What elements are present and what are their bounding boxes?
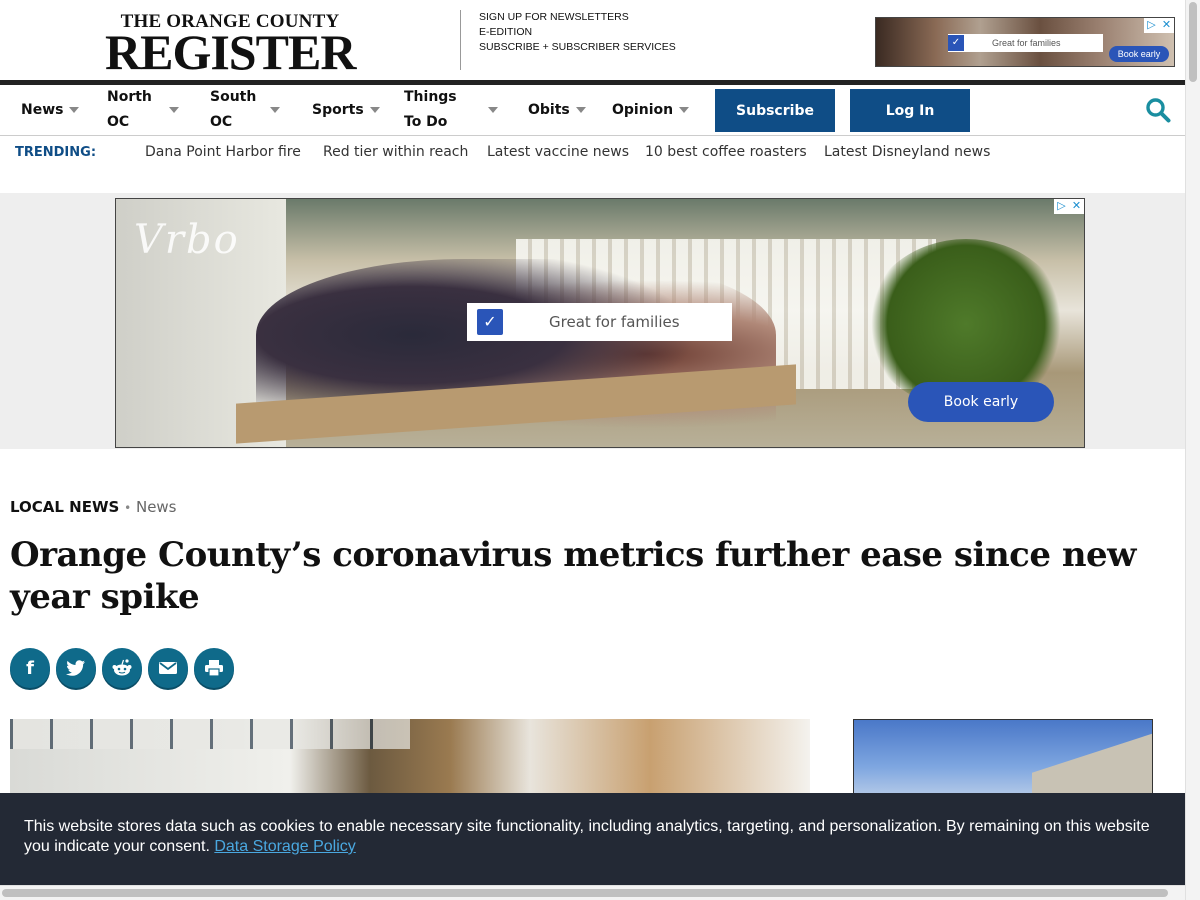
ad-close-icon[interactable]: ✕ (1069, 199, 1084, 214)
site-header: THE ORANGE COUNTY REGISTER SIGN UP FOR N… (0, 0, 1185, 80)
vertical-scrollbar-thumb[interactable] (1189, 2, 1197, 82)
facebook-icon: f (26, 657, 34, 679)
chevron-down-icon (679, 107, 690, 113)
nav-item-south-oc[interactable]: South OC (210, 85, 282, 135)
sidebar-photo[interactable] (853, 719, 1153, 799)
section-link[interactable]: LOCAL NEWS (10, 498, 119, 516)
login-button[interactable]: Log In (850, 89, 970, 132)
nav-item-sports[interactable]: Sports (312, 85, 380, 135)
article-main-photo[interactable] (10, 719, 810, 799)
chevron-down-icon (169, 107, 179, 113)
trending-link[interactable]: Dana Point Harbor fire (145, 144, 301, 160)
logo-line2: REGISTER (105, 24, 356, 80)
header-divider (460, 10, 461, 70)
article-headline: Orange County’s coronavirus metrics furt… (10, 535, 1136, 617)
nav-item-things-to-do[interactable]: Things To Do (404, 85, 498, 135)
email-share-button[interactable] (148, 648, 188, 688)
chevron-down-icon (69, 107, 80, 113)
trending-link[interactable]: Latest vaccine news (487, 144, 629, 160)
data-storage-policy-link[interactable]: Data Storage Policy (214, 838, 355, 855)
check-icon: ✓ (477, 309, 503, 335)
ad-choices-icon[interactable]: ▷ (1054, 199, 1069, 214)
photo-building-detail (1032, 727, 1152, 798)
header-links: SIGN UP FOR NEWSLETTERS E-EDITION SUBSCR… (479, 10, 676, 55)
ad-choices-icon[interactable]: ▷ (1144, 18, 1159, 33)
photo-ceiling-detail (10, 719, 410, 749)
twitter-share-button[interactable] (56, 648, 96, 688)
nav-item-news[interactable]: News (21, 85, 80, 135)
nav-item-obits[interactable]: Obits (528, 85, 586, 135)
newsletter-link[interactable]: SIGN UP FOR NEWSLETTERS (479, 10, 676, 25)
ad-choices: ▷ ✕ (1144, 18, 1174, 33)
subsection-link[interactable]: News (136, 498, 177, 516)
subscribe-button[interactable]: Subscribe (715, 89, 835, 132)
nav-item-label: South OC (210, 89, 257, 130)
main-nav: News North OC South OC Sports Things To … (0, 85, 1185, 136)
reddit-icon (112, 659, 132, 676)
trending-bar: TRENDING: Dana Point Harbor fire Red tie… (0, 137, 1185, 193)
top-ad-checkbox-label: Great for families (992, 38, 1061, 48)
twitter-icon (66, 660, 85, 676)
ad-choices: ▷ ✕ (1054, 199, 1084, 214)
vertical-scrollbar[interactable] (1185, 0, 1200, 900)
site-logo[interactable]: THE ORANGE COUNTY REGISTER (105, 12, 356, 80)
horizontal-scrollbar[interactable] (0, 885, 1185, 900)
trending-link[interactable]: 10 best coffee roasters (645, 144, 807, 160)
leaderboard-ad[interactable]: Vrbo ✓ Great for families Book early ▷ ✕ (115, 198, 1085, 448)
top-ad-checkbox: ✓ Great for families (948, 34, 1103, 52)
trending-link[interactable]: Red tier within reach (323, 144, 468, 160)
chevron-down-icon (270, 107, 280, 113)
print-icon (205, 660, 223, 677)
top-banner-ad[interactable]: ✓ Great for families Book early ▷ ✕ (875, 17, 1175, 67)
ad-brand-logo: Vrbo (134, 217, 240, 263)
nav-item-label: North OC (107, 89, 152, 130)
chevron-down-icon (575, 107, 586, 113)
email-icon (159, 662, 177, 674)
cookie-banner: This website stores data such as cookies… (0, 793, 1185, 885)
check-icon: ✓ (948, 35, 964, 51)
nav-item-label: Opinion (612, 101, 674, 118)
e-edition-link[interactable]: E-EDITION (479, 25, 676, 40)
kicker-separator: • (124, 501, 132, 515)
ad-checkbox: ✓ Great for families (467, 303, 732, 341)
article-kicker: LOCAL NEWS • News (10, 498, 177, 516)
reddit-share-button[interactable] (102, 648, 142, 688)
print-share-button[interactable] (194, 648, 234, 688)
chevron-down-icon (488, 107, 498, 113)
chevron-down-icon (369, 107, 380, 113)
trending-label: TRENDING: (15, 145, 97, 160)
trending-link[interactable]: Latest Disneyland news (824, 144, 990, 160)
nav-item-label: Obits (528, 101, 570, 118)
subscriber-services-link[interactable]: SUBSCRIBE + SUBSCRIBER SERVICES (479, 40, 676, 55)
nav-item-opinion[interactable]: Opinion (612, 85, 690, 135)
cookie-text: This website stores data such as cookies… (24, 818, 1150, 855)
horizontal-scrollbar-thumb[interactable] (2, 889, 1168, 897)
ad-checkbox-label: Great for families (549, 313, 680, 331)
facebook-share-button[interactable]: f (10, 648, 50, 688)
nav-item-label: Things To Do (404, 89, 457, 130)
ad-book-button[interactable]: Book early (908, 382, 1054, 422)
nav-item-north-oc[interactable]: North OC (107, 85, 179, 135)
nav-item-label: Sports (312, 101, 364, 118)
search-icon[interactable] (1145, 97, 1171, 123)
nav-item-label: News (21, 101, 64, 118)
top-ad-book-button[interactable]: Book early (1109, 46, 1169, 62)
ad-close-icon[interactable]: ✕ (1159, 18, 1174, 33)
